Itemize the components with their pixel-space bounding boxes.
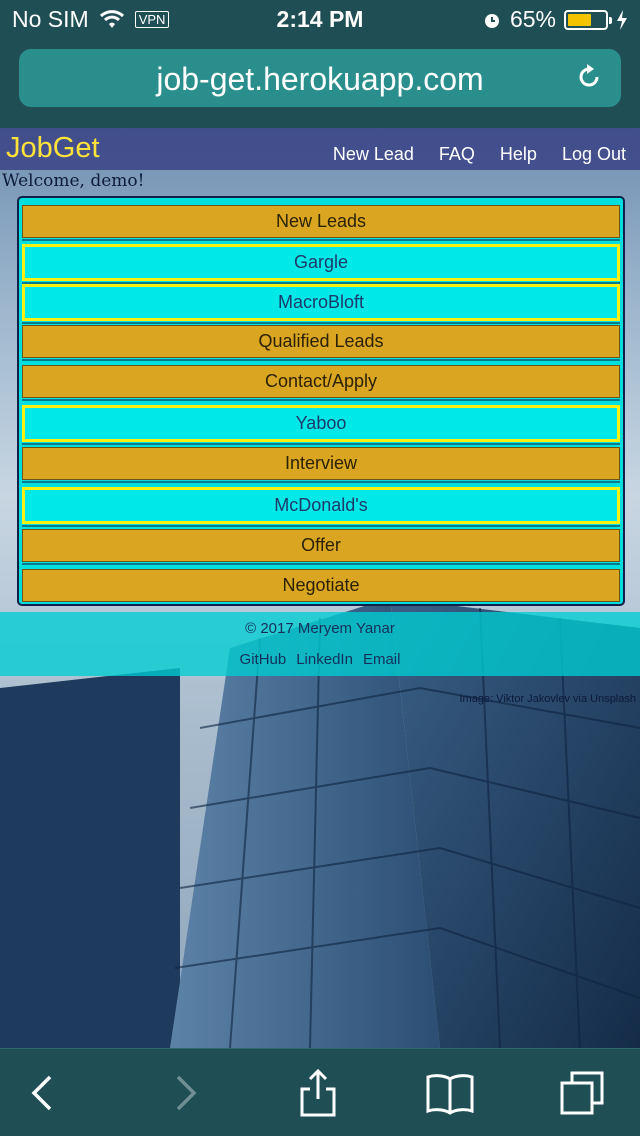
- forward-icon[interactable]: [160, 1069, 208, 1117]
- url-bar[interactable]: job-get.herokuapp.com: [19, 49, 621, 107]
- nav-log-out[interactable]: Log Out: [562, 144, 626, 165]
- row-divider: [22, 481, 620, 483]
- linkedin-link[interactable]: LinkedIn: [296, 651, 353, 668]
- row-divider: [22, 359, 620, 361]
- row-divider: [22, 239, 620, 241]
- stage-header[interactable]: Qualified Leads: [22, 325, 620, 358]
- lead-card[interactable]: McDonald's: [22, 487, 620, 524]
- battery-percent: 65%: [509, 6, 556, 32]
- footer: © 2017 Meryem Yanar GitHub LinkedIn Emai…: [0, 612, 640, 676]
- copyright: © 2017 Meryem Yanar: [245, 620, 395, 637]
- url-text: job-get.herokuapp.com: [156, 61, 484, 97]
- pipeline-board: New Leads Gargle MacroBloft Qualified Leads…: [17, 196, 625, 606]
- github-link[interactable]: GitHub: [240, 651, 287, 668]
- stage-header[interactable]: Negotiate: [22, 569, 620, 602]
- browser-url-area: job-get.herokuapp.com: [0, 40, 640, 128]
- stage-header[interactable]: Offer: [22, 529, 620, 562]
- back-icon[interactable]: [20, 1069, 68, 1117]
- reload-icon[interactable]: [575, 63, 603, 91]
- row-divider: [22, 563, 620, 565]
- nav-menu: New Lead FAQ Help Log Out: [333, 144, 626, 165]
- row-divider: [22, 443, 620, 445]
- brand-logo[interactable]: JobGet: [6, 132, 100, 165]
- row-divider: [22, 525, 620, 527]
- lead-card[interactable]: Gargle: [22, 244, 620, 281]
- stage-header[interactable]: New Leads: [22, 205, 620, 238]
- app-header: JobGet New Lead FAQ Help Log Out: [0, 128, 640, 170]
- stage-header[interactable]: Contact/Apply: [22, 365, 620, 398]
- battery-icon: [564, 9, 612, 30]
- bookmarks-icon[interactable]: [426, 1069, 474, 1117]
- tabs-icon[interactable]: [558, 1069, 606, 1117]
- status-bar: No SIM VPN 2:14 PM 65%: [0, 0, 640, 40]
- welcome-message: Welcome, demo!: [2, 171, 145, 191]
- share-icon[interactable]: [294, 1069, 342, 1117]
- browser-toolbar: [0, 1048, 640, 1136]
- nav-new-lead[interactable]: New Lead: [333, 144, 414, 165]
- lead-card[interactable]: MacroBloft: [22, 284, 620, 321]
- stage-header[interactable]: Interview: [22, 447, 620, 480]
- email-link[interactable]: Email: [363, 651, 401, 668]
- row-divider: [22, 399, 620, 401]
- alarm-icon: [484, 13, 499, 28]
- charging-icon: [617, 9, 627, 30]
- image-credit: Image: Viktor Jakovlev via Unsplash: [459, 693, 637, 705]
- row-divider: [22, 322, 620, 324]
- nav-help[interactable]: Help: [500, 144, 537, 165]
- nav-faq[interactable]: FAQ: [439, 144, 475, 165]
- lead-card[interactable]: Yaboo: [22, 405, 620, 442]
